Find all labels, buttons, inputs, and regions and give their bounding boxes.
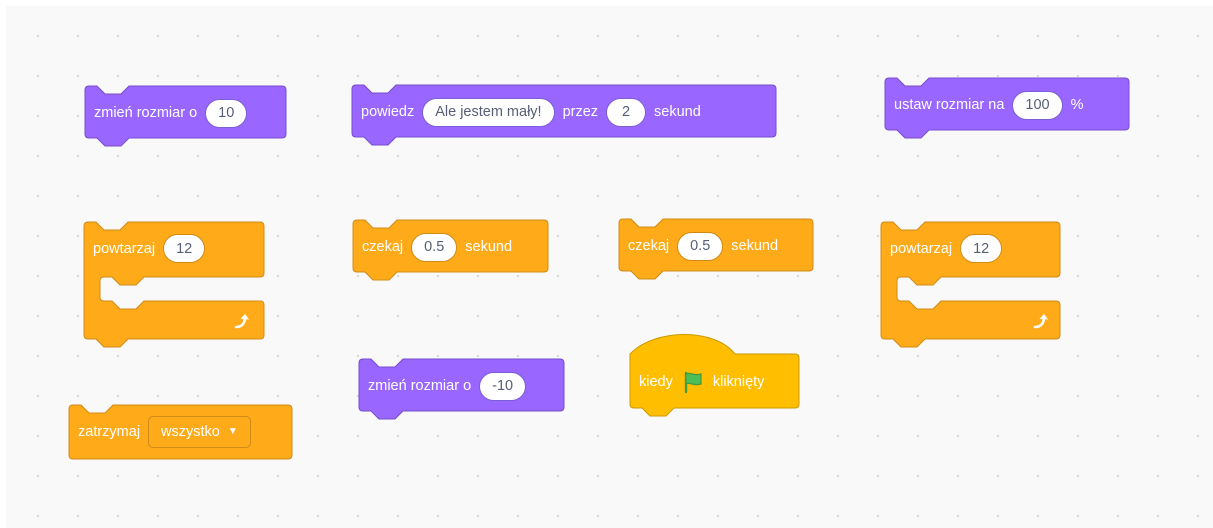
size-input[interactable]: 100 — [1012, 90, 1063, 120]
block-label: zmień rozmiar o — [94, 105, 198, 121]
set-size-block[interactable]: ustaw rozmiar na 100 % — [884, 77, 1130, 141]
percent-label: % — [1070, 97, 1084, 113]
block-label: kliknięty — [712, 374, 765, 390]
size-change-input[interactable]: -10 — [479, 371, 527, 401]
caret-down-icon: ▼ — [227, 426, 238, 437]
block-label: powiedz — [361, 104, 415, 120]
say-for-seconds-block[interactable]: powiedz Ale jestem mały! przez 2 sekund — [351, 84, 777, 148]
green-flag-icon — [684, 371, 702, 394]
block-label: czekaj — [362, 239, 404, 255]
block-label: sekund — [654, 104, 701, 120]
message-input[interactable]: Ale jestem mały! — [422, 97, 555, 127]
block-label: sekund — [731, 238, 779, 254]
repeat-count-input[interactable]: 12 — [163, 234, 206, 263]
repeat-block[interactable]: powtarzaj 12 — [880, 221, 1061, 351]
block-label: zatrzymaj — [78, 424, 141, 440]
seconds-input[interactable]: 2 — [606, 97, 647, 127]
block-label: ustaw rozmiar na — [894, 97, 1005, 113]
dropdown-value: wszystko — [161, 424, 220, 440]
size-change-input[interactable]: 10 — [205, 98, 248, 128]
when-flag-clicked-block[interactable]: kiedy kliknięty — [629, 333, 800, 418]
block-label: powtarzaj — [890, 240, 953, 257]
block-label: przez — [562, 104, 599, 120]
block-label: zmień rozmiar o — [368, 378, 472, 394]
wait-block[interactable]: czekaj 0.5 sekund — [618, 218, 814, 282]
block-label: sekund — [465, 239, 513, 255]
wait-seconds-input[interactable]: 0.5 — [411, 232, 458, 262]
change-size-block[interactable]: zmień rozmiar o 10 — [84, 85, 287, 149]
stop-option-dropdown[interactable]: wszystko ▼ — [148, 416, 251, 448]
wait-block[interactable]: czekaj 0.5 sekund — [352, 219, 549, 283]
block-label: kiedy — [639, 374, 673, 390]
block-label: powtarzaj — [93, 240, 156, 257]
change-size-block[interactable]: zmień rozmiar o -10 — [358, 358, 565, 422]
stop-block[interactable]: zatrzymaj wszystko ▼ — [68, 404, 293, 460]
loop-arrow-icon — [1033, 314, 1048, 329]
loop-arrow-icon — [234, 314, 249, 329]
repeat-block[interactable]: powtarzaj 12 — [83, 221, 265, 351]
repeat-count-input[interactable]: 12 — [960, 234, 1003, 263]
wait-seconds-input[interactable]: 0.5 — [677, 231, 724, 261]
block-label: czekaj — [628, 238, 670, 254]
